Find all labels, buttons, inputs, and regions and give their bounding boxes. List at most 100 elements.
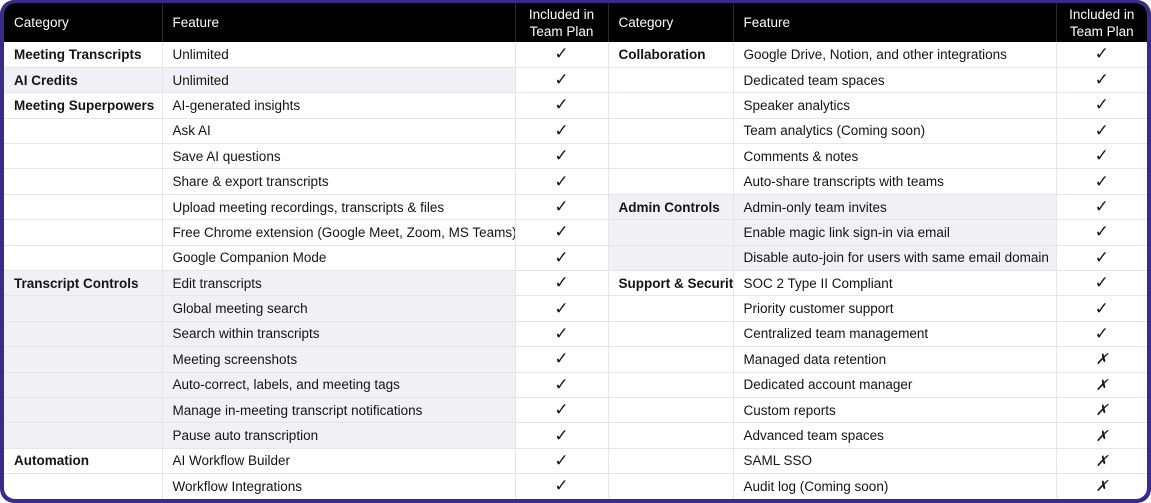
left-category-cell [4,321,163,348]
table-row: Meeting Superpowers AI-generated insights… [4,92,1147,119]
check-icon: ✓ [515,67,609,94]
table-row: Ask AI ✓ Team analytics (Coming soon) ✓ [4,118,1147,145]
right-feature-cell: SOC 2 Type II Compliant [733,270,1057,297]
left-category-cell [4,422,163,449]
check-icon: ✓ [515,42,609,68]
left-category-cell [4,143,163,170]
check-icon: ✓ [1056,118,1147,145]
right-feature-cell: Advanced team spaces [733,422,1057,449]
check-icon: ✓ [515,346,609,373]
left-category-cell [4,219,163,246]
table-row: Auto-correct, labels, and meeting tags ✓ D… [4,372,1147,398]
check-icon: ✓ [1056,245,1147,272]
left-feature-cell: Auto-correct, labels, and meeting tags [162,372,516,398]
table-row: Manage in-meeting transcript notificatio… [4,397,1147,424]
right-category-cell [608,397,734,424]
check-icon: ✓ [1056,67,1147,94]
header-feature-right: Feature [733,3,1057,42]
table-row: Transcript Controls Edit transcripts ✓ Supp… [4,270,1147,297]
right-feature-cell: Disable auto-join for users with same em… [733,245,1057,272]
left-category-cell [4,194,163,221]
check-icon: ✓ [1056,168,1147,195]
left-category-cell: Meeting Superpowers [4,92,163,119]
left-feature-cell: Manage in-meeting transcript notificatio… [162,397,516,424]
check-icon: ✓ [1056,270,1147,297]
header-included-line2: Team Plan [1069,23,1134,39]
right-feature-cell: Dedicated account manager [733,372,1057,398]
right-category-cell [608,422,734,449]
left-category-cell [4,346,163,373]
left-category-cell: Transcript Controls [4,270,163,297]
left-feature-cell: Pause auto transcription [162,422,516,449]
right-feature-cell: Custom reports [733,397,1057,424]
right-category-cell [608,168,734,195]
feature-comparison-table: Category Feature Included in Team Plan C… [4,3,1147,499]
left-feature-cell: Ask AI [162,118,516,145]
table-row: Workflow Integrations ✓ Audit log (Coming … [4,473,1147,499]
right-feature-cell: Speaker analytics [733,92,1057,119]
left-feature-cell: Search within transcripts [162,321,516,348]
right-category-cell: Support & Security [608,270,734,297]
check-icon: ✓ [515,118,609,145]
left-feature-cell: Unlimited [162,67,516,94]
right-feature-cell: Comments & notes [733,143,1057,170]
header-included-line1: Included in [528,6,595,22]
left-feature-cell: AI-generated insights [162,92,516,119]
right-category-cell [608,118,734,145]
header-feature-left: Feature [162,3,516,42]
check-icon: ✓ [515,372,609,398]
table-row: Upload meeting recordings, transcripts &… [4,194,1147,221]
table-row: Free Chrome extension (Google Meet, Zoom… [4,219,1147,246]
table-row: Automation AI Workflow Builder ✓ SAML SSO ✗ [4,448,1147,475]
right-category-cell [608,245,734,272]
left-category-cell: AI Credits [4,67,163,94]
table-row: Search within transcripts ✓ Centralized te… [4,321,1147,348]
right-category-cell [608,219,734,246]
table-row: Meeting screenshots ✓ Managed data retenti… [4,346,1147,373]
header-row: Category Feature Included in Team Plan C… [4,3,1147,42]
left-feature-cell: Workflow Integrations [162,473,516,499]
check-icon: ✓ [515,168,609,195]
table-frame: Category Feature Included in Team Plan C… [0,0,1151,503]
table-row: Global meeting search ✓ Priority customer … [4,295,1147,322]
table-row: Meeting Transcripts Unlimited ✓ Collaborati… [4,42,1147,68]
left-category-cell [4,118,163,145]
check-icon: ✓ [515,422,609,449]
right-feature-cell: Google Drive, Notion, and other integrat… [733,42,1057,68]
right-category-cell [608,372,734,398]
table-row: Google Companion Mode ✓ Disable auto-join … [4,245,1147,272]
right-category-cell [608,143,734,170]
cross-icon: ✗ [1056,397,1147,424]
check-icon: ✓ [515,194,609,221]
left-category-cell [4,372,163,398]
table-row: Share & export transcripts ✓ Auto-share tr… [4,168,1147,195]
right-feature-cell: Enable magic link sign-in via email [733,219,1057,246]
header-category-left: Category [4,3,163,42]
check-icon: ✓ [1056,42,1147,68]
table-row: Pause auto transcription ✓ Advanced team s… [4,422,1147,449]
right-category-cell [608,448,734,475]
right-category-cell: Admin Controls [608,194,734,221]
left-category-cell [4,295,163,322]
left-feature-cell: AI Workflow Builder [162,448,516,475]
right-feature-cell: Audit log (Coming soon) [733,473,1057,499]
header-included-line1: Included in [1069,6,1135,22]
header-included-right: Included in Team Plan [1056,3,1147,42]
check-icon: ✓ [1056,321,1147,348]
check-icon: ✓ [515,219,609,246]
cross-icon: ✗ [1056,422,1147,449]
check-icon: ✓ [1056,194,1147,221]
cross-icon: ✗ [1056,372,1147,398]
check-icon: ✓ [515,270,609,297]
header-included-line2: Team Plan [529,23,594,39]
header-category-right: Category [608,3,734,42]
right-category-cell [608,346,734,373]
right-category-cell: Collaboration [608,42,734,68]
cross-icon: ✗ [1056,473,1147,499]
left-feature-cell: Global meeting search [162,295,516,322]
check-icon: ✓ [515,397,609,424]
cross-icon: ✗ [1056,448,1147,475]
right-category-cell [608,92,734,119]
header-included-left: Included in Team Plan [515,3,609,42]
table-row: AI Credits Unlimited ✓ Dedicated team space… [4,67,1147,94]
